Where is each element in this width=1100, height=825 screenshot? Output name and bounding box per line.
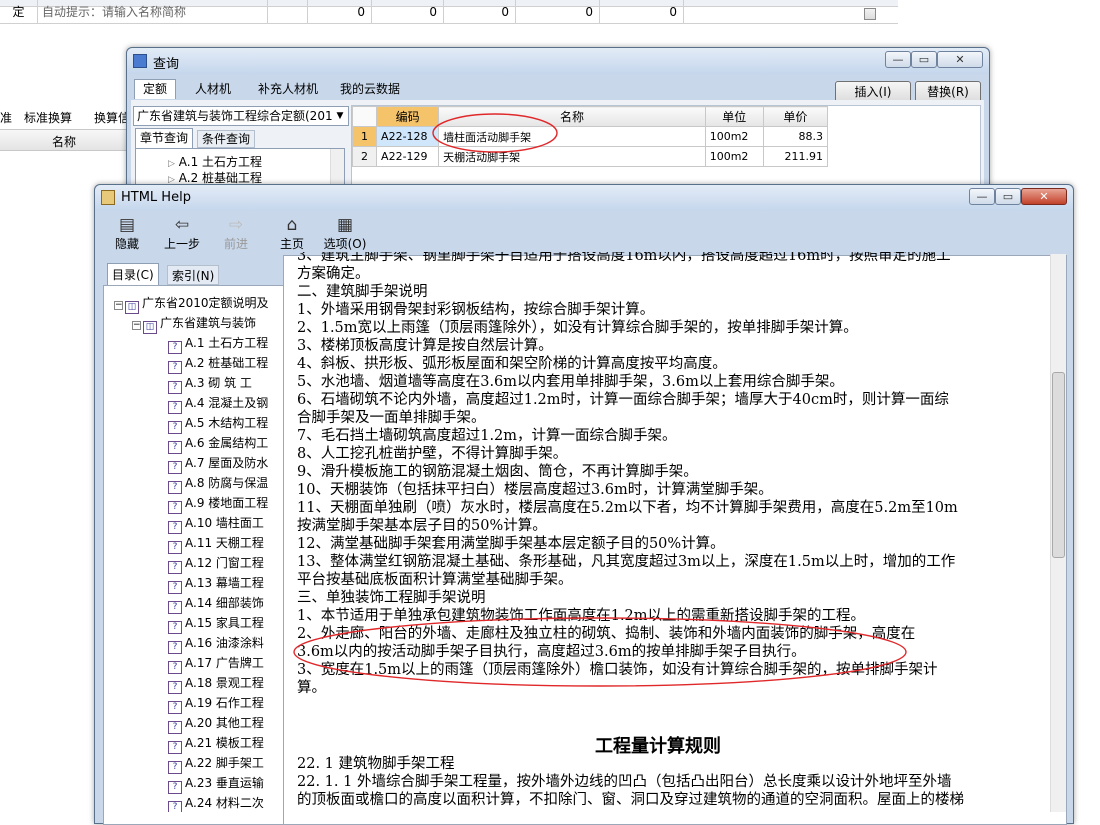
annotation-ellipse <box>432 113 558 153</box>
annotation-overlay <box>293 113 907 687</box>
annotation-ellipse <box>293 617 907 687</box>
